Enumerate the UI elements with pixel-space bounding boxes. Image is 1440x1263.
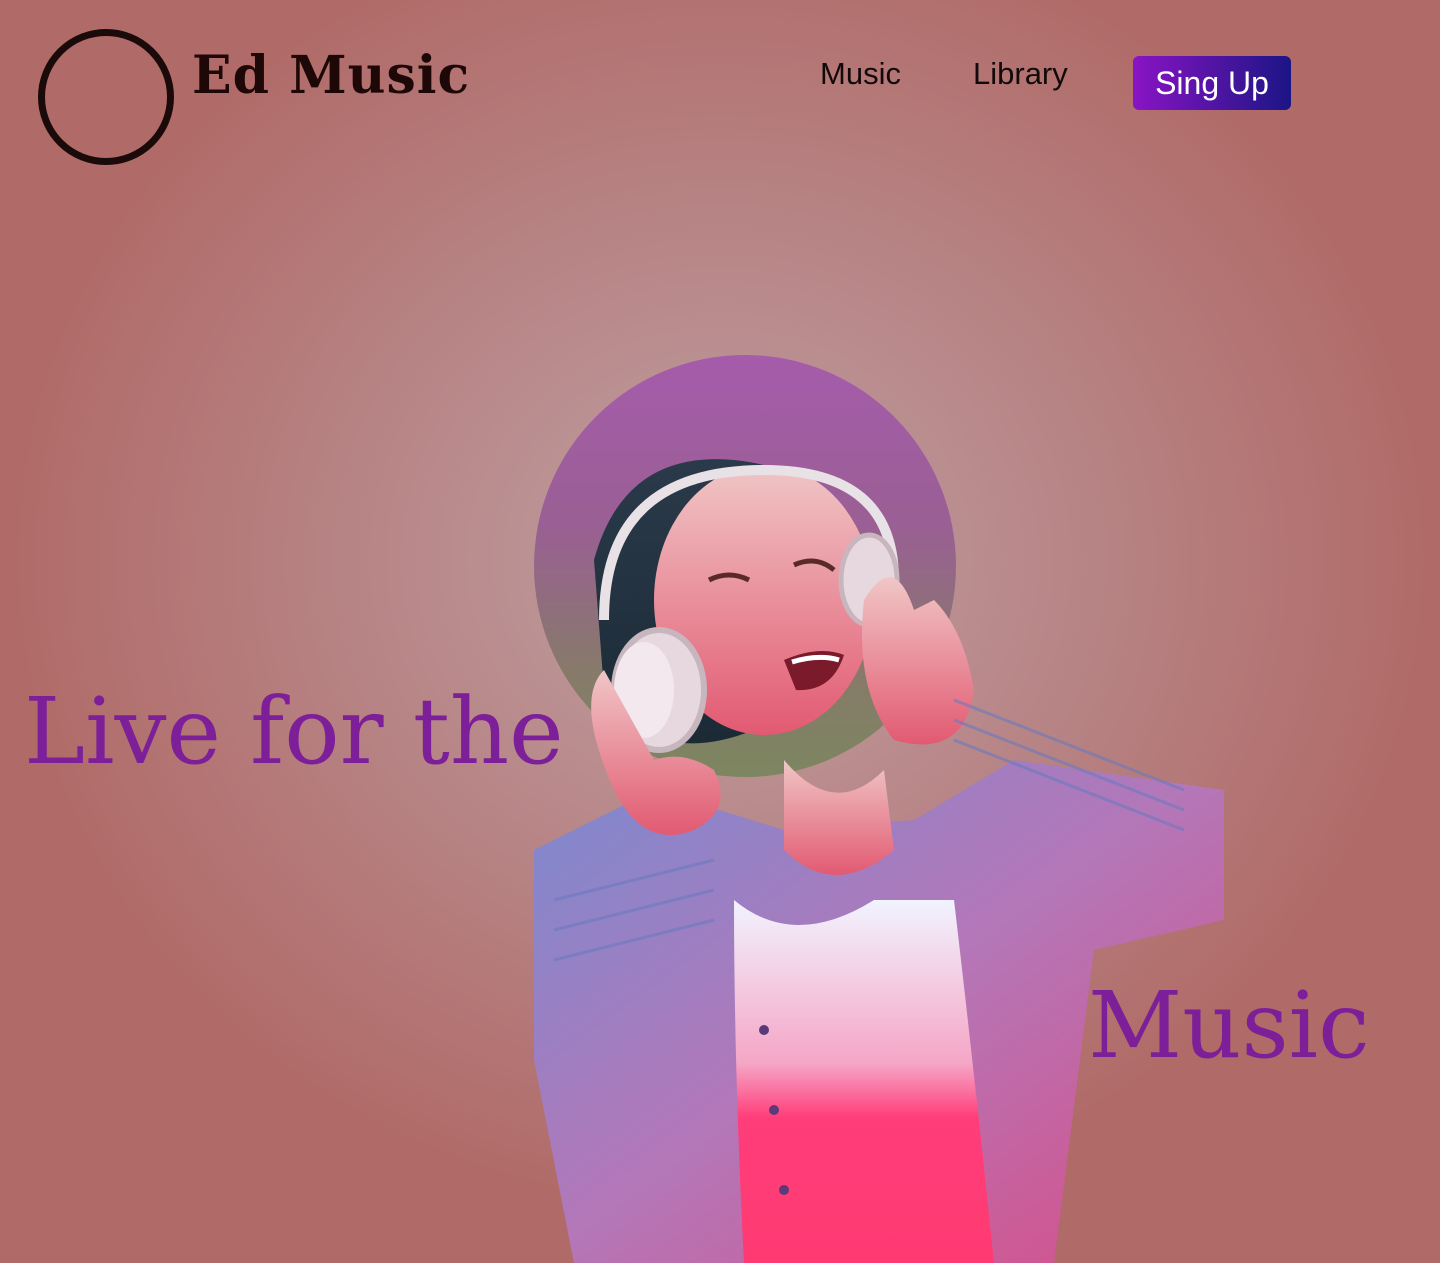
hero-title-line-1: Live for the	[24, 678, 564, 785]
hero-title-line-2: Music	[1088, 972, 1370, 1079]
nav-link-library[interactable]: Library	[973, 58, 1068, 89]
brand-name[interactable]: Ed Music	[192, 50, 470, 102]
logo-ring-icon[interactable]	[38, 29, 174, 165]
signup-button[interactable]: Sing Up	[1133, 56, 1291, 110]
hero-photo	[534, 459, 1224, 1263]
nav-link-music[interactable]: Music	[820, 58, 901, 89]
